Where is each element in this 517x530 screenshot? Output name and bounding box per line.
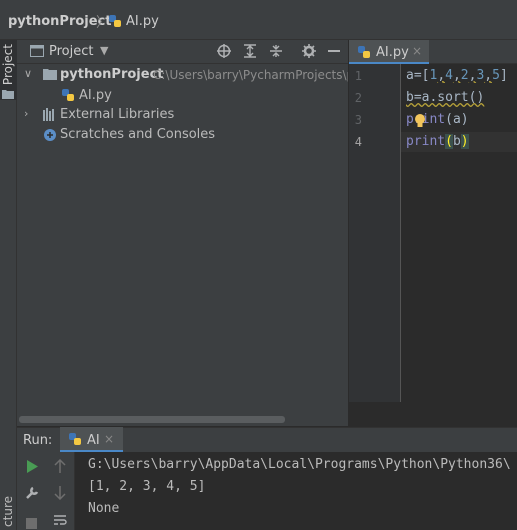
code-token: ] [499, 68, 508, 83]
line-number: 1 [354, 69, 362, 83]
arrow-up-icon[interactable] [54, 459, 66, 473]
code-token: (a) [445, 112, 469, 127]
code-keyword: print [406, 134, 446, 149]
soft-wrap-icon[interactable] [53, 514, 67, 527]
expand-all-icon[interactable] [243, 44, 257, 58]
horizontal-scrollbar-thumb[interactable] [19, 416, 285, 423]
breadcrumb-file[interactable]: AI.py [126, 14, 159, 29]
wrench-icon[interactable] [25, 486, 39, 500]
stop-icon[interactable] [26, 518, 37, 529]
close-icon[interactable]: × [412, 44, 422, 58]
rerun-icon[interactable] [26, 460, 38, 473]
run-tab-label[interactable]: AI [87, 433, 100, 448]
code-token: , [437, 68, 446, 83]
chevron-down-icon[interactable]: ▼ [100, 44, 108, 57]
code-token: , [452, 68, 461, 83]
locate-icon[interactable] [217, 44, 231, 58]
lightbulb-icon[interactable] [414, 113, 426, 129]
left-tool-strip [0, 40, 17, 530]
tree-file-ai[interactable]: AI.py [79, 88, 112, 103]
editor-tab-label[interactable]: AI.py [376, 45, 409, 60]
project-view-icon [30, 45, 44, 57]
hide-icon[interactable] [328, 50, 340, 52]
code-token: b=a.sort() [406, 90, 485, 105]
chevron-down-icon[interactable]: ∨ [24, 67, 32, 80]
close-icon[interactable]: × [104, 432, 114, 446]
code-line-2[interactable]: b=a.sort() [406, 90, 484, 105]
console-line: None [88, 501, 120, 516]
tool-tab-project-label[interactable]: Project [1, 44, 15, 85]
console-line: [1, 2, 3, 4, 5] [88, 479, 206, 494]
python-file-icon [62, 89, 74, 101]
arrow-down-icon[interactable] [54, 486, 66, 500]
code-bracket: ( [445, 134, 453, 149]
chevron-right-icon[interactable]: › [24, 107, 28, 120]
project-view-title[interactable]: Project [49, 44, 93, 59]
settings-icon[interactable] [302, 44, 316, 58]
collapse-all-icon[interactable] [269, 44, 283, 58]
code-line-4[interactable]: print(b) [406, 134, 469, 149]
tree-root-path: C:\Users\barry\PycharmProjects\p [153, 68, 348, 82]
line-number: 4 [354, 135, 362, 149]
line-number: 3 [354, 113, 362, 127]
code-token: , [484, 68, 493, 83]
python-file-icon [69, 433, 81, 445]
line-number: 2 [354, 91, 362, 105]
code-bracket: ) [460, 134, 469, 149]
tree-root-name[interactable]: pythonProject [60, 67, 164, 82]
tool-tab-structure-label[interactable]: cture [1, 496, 15, 527]
python-file-icon [109, 15, 121, 27]
run-window-label: Run: [23, 433, 53, 448]
tree-scratches-consoles[interactable]: Scratches and Consoles [60, 127, 215, 142]
folder-icon[interactable] [2, 89, 14, 99]
code-number: 2 [460, 68, 469, 83]
python-file-icon [358, 46, 370, 58]
code-token: b [452, 134, 461, 149]
code-line-1[interactable]: a=[1,4,2,3,5] [406, 68, 517, 83]
code-token: a=[ [406, 68, 430, 83]
code-number: 5 [492, 68, 500, 83]
folder-icon [43, 69, 57, 80]
library-icon [43, 108, 54, 121]
scratches-icon [44, 129, 56, 141]
console-line: G:\Users\barry\AppData\Local\Programs\Py… [88, 457, 511, 472]
tree-external-libraries[interactable]: External Libraries [60, 107, 174, 122]
code-number: 4 [445, 68, 453, 83]
